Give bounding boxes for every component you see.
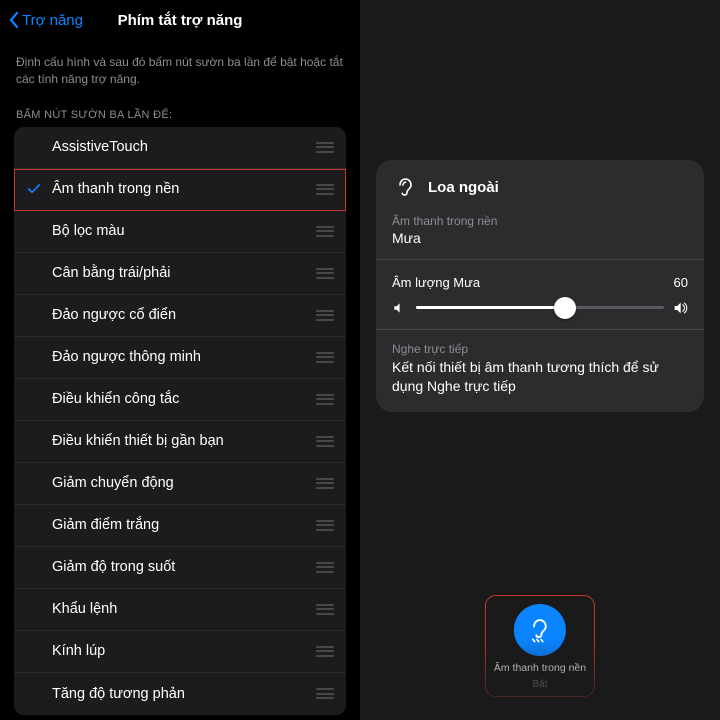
shortcut-row[interactable]: Đảo ngược thông minh [14, 337, 346, 379]
divider [376, 259, 704, 260]
row-label: Kính lúp [52, 643, 306, 659]
row-label: Giảm chuyển động [52, 475, 306, 491]
drag-handle-icon[interactable] [314, 226, 334, 237]
drag-handle-icon[interactable] [314, 268, 334, 279]
row-label: Giảm điểm trắng [52, 517, 306, 533]
live-listen-row[interactable]: Nghe trực tiếp Kết nối thiết bị âm thanh… [392, 342, 688, 396]
shortcut-row[interactable]: Đảo ngược cổ điển [14, 295, 346, 337]
row-label: Tăng độ tương phản [52, 686, 306, 702]
section-header: BẤM NÚT SƯỜN BA LẦN ĐỂ: [0, 93, 360, 127]
ear-icon [392, 174, 418, 200]
drag-handle-icon[interactable] [314, 646, 334, 657]
row-label: Điều khiển công tắc [52, 391, 306, 407]
volume-row: Âm lượng Mưa 60 [392, 273, 688, 316]
shortcut-row[interactable]: Tăng độ tương phản [14, 673, 346, 715]
bg-sound-label: Âm thanh trong nền [392, 214, 688, 228]
back-label: Trợ năng [22, 12, 83, 29]
card-title: Loa ngoài [428, 179, 499, 196]
bg-sound-value: Mưa [392, 230, 688, 246]
shortcut-row[interactable]: Kính lúp [14, 631, 346, 673]
shortcut-row[interactable]: Giảm chuyển động [14, 463, 346, 505]
shortcut-row[interactable]: Giảm điểm trắng [14, 505, 346, 547]
hearing-card[interactable]: Loa ngoài Âm thanh trong nền Mưa Âm lượn… [376, 160, 704, 412]
navbar: Trợ năng Phím tắt trợ năng [0, 0, 360, 40]
live-listen-msg: Kết nối thiết bị âm thanh tương thích để… [392, 358, 688, 396]
description: Định cấu hình và sau đó bấm nút sườn ba … [0, 40, 360, 93]
row-label: Khẩu lệnh [52, 601, 306, 617]
row-label: Đảo ngược thông minh [52, 349, 306, 365]
volume-low-icon [392, 301, 408, 315]
row-label: Giảm độ trong suốt [52, 559, 306, 575]
volume-slider[interactable] [392, 300, 688, 316]
toggle-state: Bật [532, 679, 547, 690]
shortcut-row[interactable]: Điều khiển thiết bị gần bạn [14, 421, 346, 463]
drag-handle-icon[interactable] [314, 478, 334, 489]
shortcut-list: AssistiveTouch Âm thanh trong nền Bộ lọc m… [14, 127, 346, 715]
volume-value: 60 [674, 275, 688, 290]
row-label: Cân bằng trái/phải [52, 265, 306, 281]
row-label: Đảo ngược cổ điển [52, 307, 306, 323]
drag-handle-icon[interactable] [314, 688, 334, 699]
background-sound-row[interactable]: Âm thanh trong nền Mưa [392, 214, 688, 246]
shortcut-row[interactable]: AssistiveTouch [14, 127, 346, 169]
shortcut-row[interactable]: Bộ lọc màu [14, 211, 346, 253]
card-header: Loa ngoài [392, 174, 688, 200]
slider-fill [416, 306, 565, 309]
drag-handle-icon[interactable] [314, 352, 334, 363]
divider [376, 329, 704, 330]
row-label: Bộ lọc màu [52, 223, 306, 239]
back-button[interactable]: Trợ năng [8, 11, 83, 29]
shortcut-row[interactable]: Điều khiển công tắc [14, 379, 346, 421]
drag-handle-icon[interactable] [314, 604, 334, 615]
shortcut-row[interactable]: Khẩu lệnh [14, 589, 346, 631]
drag-handle-icon[interactable] [314, 436, 334, 447]
ear-sound-icon [526, 616, 554, 644]
drag-handle-icon[interactable] [314, 310, 334, 321]
volume-label: Âm lượng Mưa [392, 275, 480, 290]
slider-track[interactable] [416, 306, 664, 309]
checkmark-icon [26, 181, 52, 197]
toggle-label: Âm thanh trong nền [494, 662, 586, 675]
row-label: Điều khiển thiết bị gần bạn [52, 433, 306, 449]
drag-handle-icon[interactable] [314, 562, 334, 573]
toggle-circle [514, 604, 566, 656]
volume-high-icon [672, 300, 688, 316]
shortcut-row[interactable]: Âm thanh trong nền [14, 169, 346, 211]
drag-handle-icon[interactable] [314, 184, 334, 195]
drag-handle-icon[interactable] [314, 394, 334, 405]
drag-handle-icon[interactable] [314, 520, 334, 531]
drag-handle-icon[interactable] [314, 142, 334, 153]
row-label: Âm thanh trong nền [52, 181, 306, 197]
chevron-left-icon [8, 11, 20, 29]
slider-thumb[interactable] [554, 297, 576, 319]
backdrop-top [360, 0, 720, 140]
live-listen-label: Nghe trực tiếp [392, 342, 688, 356]
page-title: Phím tắt trợ năng [118, 12, 243, 29]
row-label: AssistiveTouch [52, 139, 306, 155]
control-center-pane: Loa ngoài Âm thanh trong nền Mưa Âm lượn… [360, 0, 720, 720]
shortcut-row[interactable]: Cân bằng trái/phải [14, 253, 346, 295]
settings-pane: Trợ năng Phím tắt trợ năng Định cấu hình… [0, 0, 360, 720]
background-sound-toggle[interactable]: Âm thanh trong nền Bật [486, 596, 594, 696]
shortcut-row[interactable]: Giảm độ trong suốt [14, 547, 346, 589]
